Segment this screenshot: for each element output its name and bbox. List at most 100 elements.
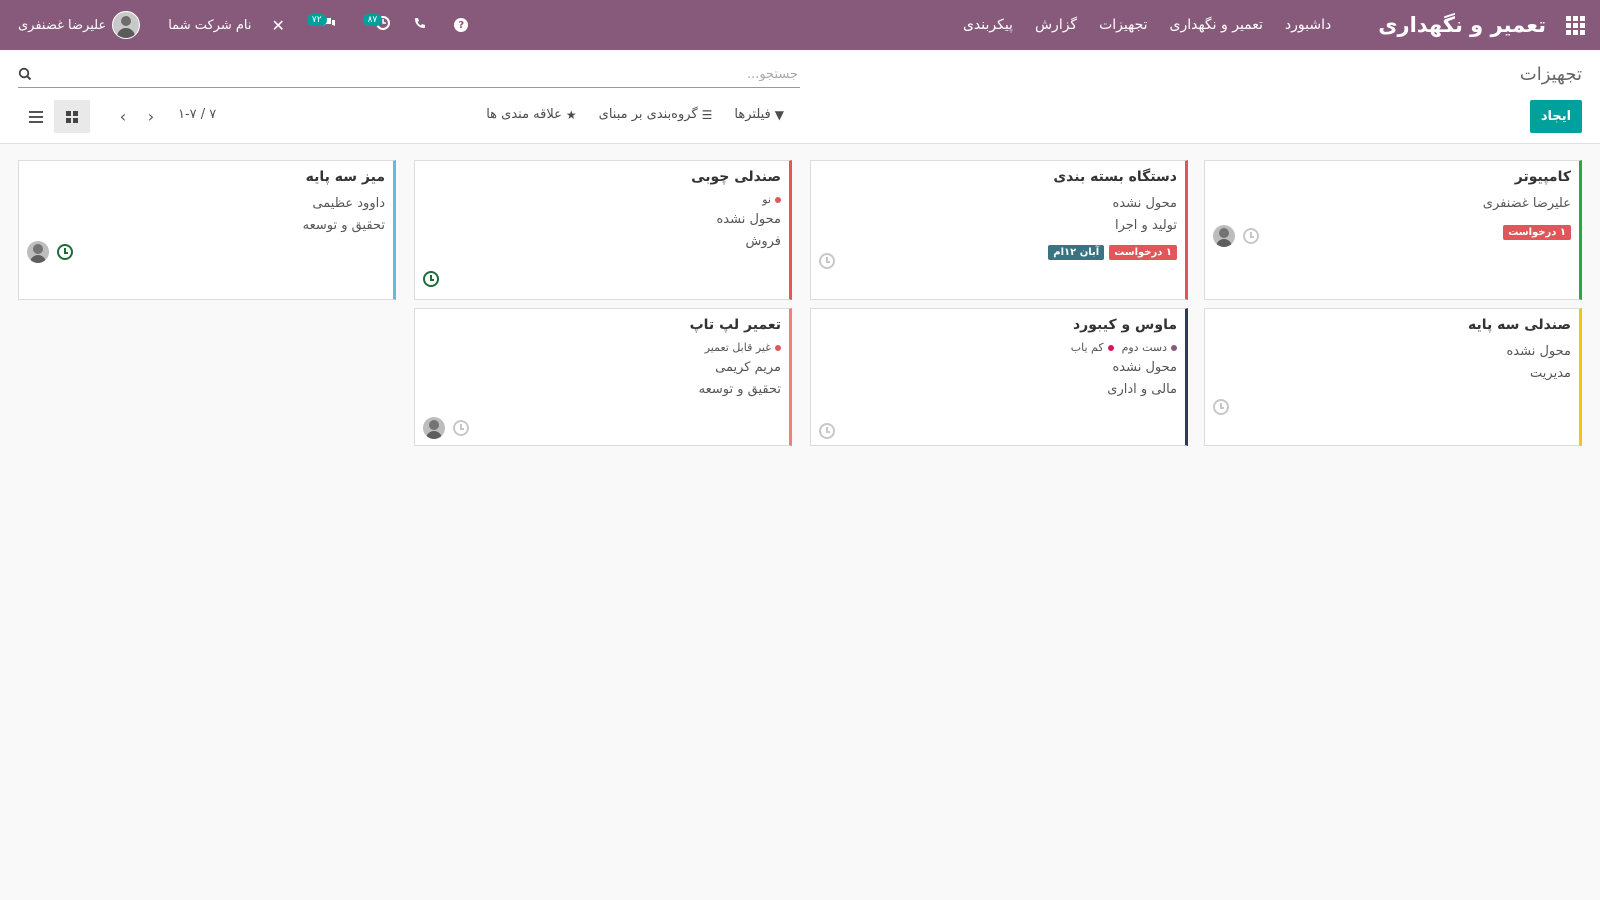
card-field: مریم کریمی (715, 360, 781, 375)
kanban-card[interactable]: میز سه پایه داوود عظیمی تحقیق و توسعه (18, 160, 396, 300)
kanban-view-icon (66, 110, 78, 123)
filter-icon: ▼ (774, 107, 784, 122)
card-footer (819, 253, 835, 269)
top-navbar: تعمیر و نگهداری داشبورد تعمیر و نگهداری … (0, 0, 1600, 50)
card-field: علیرضا غضنفری (1482, 196, 1571, 211)
activity-clock-icon[interactable] (1213, 399, 1229, 415)
list-view-button[interactable] (18, 100, 54, 133)
card-tag: دست دوم (1122, 339, 1177, 357)
search-input[interactable] (18, 62, 800, 86)
navbar-main: تعمیر و نگهداری داشبورد تعمیر و نگهداری … (952, 0, 1600, 50)
pager-next-button[interactable]: › (140, 103, 162, 129)
menu-item-configuration[interactable]: پیکربندی (952, 17, 1024, 33)
chevron-right-icon: › (147, 106, 155, 126)
activities-menu[interactable]: ۸۷ (362, 14, 391, 34)
menu-item-equipment[interactable]: تجهیزات (1088, 17, 1158, 33)
activity-clock-icon[interactable] (819, 253, 835, 269)
maintenance-request-badge[interactable]: ۱ درخواست (1109, 245, 1177, 260)
card-title: دستگاه بسته بندی (1053, 169, 1177, 185)
messages-menu[interactable]: ۷۲ (306, 14, 337, 34)
app-title[interactable]: تعمیر و نگهداری (1378, 13, 1546, 37)
card-field: مالی و اداری (1107, 382, 1177, 397)
user-menu[interactable]: علیرضا غضنفری (18, 11, 141, 39)
card-title: کامپیوتر (1514, 169, 1571, 185)
kanban-view-button[interactable] (54, 100, 90, 133)
activity-clock-icon[interactable] (423, 271, 439, 287)
responsible-avatar (1213, 225, 1235, 247)
activity-clock-icon[interactable] (57, 244, 73, 260)
favorites-label: علاقه مندی ها (486, 107, 562, 122)
card-footer (1213, 399, 1229, 415)
filters-dropdown[interactable]: ▼ فیلترها (734, 107, 784, 122)
card-badges: ۱ درخواست آبان ۱۲ام (1048, 245, 1177, 260)
card-field: تحقیق و توسعه (698, 382, 781, 397)
card-title: ماوس و کیبورد (1073, 317, 1177, 333)
favorites-dropdown[interactable]: ★ علاقه مندی ها (486, 107, 576, 122)
menu-item-dashboard[interactable]: داشبورد (1274, 17, 1342, 33)
debug-tools-icon[interactable]: ✕ (272, 16, 285, 35)
card-title: میز سه پایه (305, 169, 385, 185)
card-footer (423, 417, 469, 439)
card-field: مدیریت (1530, 366, 1571, 381)
card-field: محول نشده (716, 212, 782, 227)
card-field: تولید و اجرا (1114, 218, 1177, 233)
card-tag-label: غیر قابل تعمیر (704, 341, 771, 354)
filters-label: فیلترها (734, 107, 771, 122)
menu-item-maintenance[interactable]: تعمیر و نگهداری (1159, 17, 1274, 33)
card-tags: نو (423, 191, 781, 209)
card-field: محول نشده (1112, 196, 1178, 211)
card-title: تعمیر لپ تاپ (689, 317, 781, 333)
responsible-avatar (423, 417, 445, 439)
breadcrumb: تجهیزات (1519, 64, 1582, 85)
kanban-card[interactable]: دستگاه بسته بندی محول نشده تولید و اجرا ۱ د… (810, 160, 1188, 300)
maintenance-request-badge[interactable]: ۱ درخواست (1503, 225, 1571, 240)
kanban-card[interactable]: صندلی سه پایه محول نشده مدیریت (1204, 308, 1582, 446)
apps-menu-icon[interactable] (1550, 0, 1600, 50)
card-title: صندلی چوبی (691, 169, 781, 185)
card-tags: غیر قابل تعمیر (423, 339, 781, 357)
card-footer (1213, 225, 1259, 247)
card-field: فروش (745, 234, 781, 249)
card-footer (819, 423, 835, 439)
card-tag-label: نو (762, 193, 771, 206)
company-switcher[interactable]: نام شرکت شما (168, 18, 251, 33)
search-bar (18, 62, 800, 88)
view-switcher (18, 100, 90, 133)
pager-previous-button[interactable]: ‹ (112, 103, 134, 129)
card-tag-label: دست دوم (1121, 341, 1167, 354)
card-title: صندلی سه پایه (1467, 317, 1571, 333)
list-view-icon (29, 110, 43, 123)
groupby-label: گروه‌بندی بر مبنای (598, 107, 698, 122)
menu-item-reporting[interactable]: گزارش (1024, 17, 1088, 33)
phone-icon[interactable] (414, 17, 426, 33)
kanban-card[interactable]: تعمیر لپ تاپ غیر قابل تعمیر مریم کریمی تحقی… (414, 308, 792, 446)
create-button[interactable]: ایجاد (1530, 100, 1582, 133)
pager-value[interactable]: ۱-۷ / ۷ (178, 107, 216, 122)
card-footer (27, 241, 73, 263)
activities-count-badge: ۸۷ (362, 14, 383, 26)
main-menu: داشبورد تعمیر و نگهداری تجهیزات گزارش پی… (952, 17, 1342, 33)
star-icon: ★ (565, 107, 577, 122)
user-avatar (112, 11, 141, 39)
help-icon[interactable]: ? (454, 18, 469, 32)
kanban-card[interactable]: صندلی چوبی نو محول نشده فروش (414, 160, 792, 300)
card-field: محول نشده (1112, 360, 1178, 375)
control-panel: تجهیزات ایجاد ▼ فیلترها ☰ گروه‌بندی بر م… (0, 50, 1600, 144)
search-options: ▼ فیلترها ☰ گروه‌بندی بر مبنای ★ علاقه م… (464, 107, 784, 122)
tag-color-dot (1107, 345, 1114, 351)
activity-clock-icon[interactable] (1243, 228, 1259, 244)
card-field: تحقیق و توسعه (302, 218, 385, 233)
systray: علیرضا غضنفری نام شرکت شما ✕ ۷۲ ۸۷ ? (0, 0, 469, 50)
card-field: داوود عظیمی (312, 196, 385, 211)
card-tag: کم یاب (1071, 339, 1114, 357)
date-badge[interactable]: آبان ۱۲ام (1048, 245, 1105, 260)
kanban-card[interactable]: ماوس و کیبورد دست دوم کم یاب محول نشده مالی … (810, 308, 1188, 446)
groupby-dropdown[interactable]: ☰ گروه‌بندی بر مبنای (599, 107, 713, 122)
activity-clock-icon[interactable] (819, 423, 835, 439)
activity-clock-icon[interactable] (453, 420, 469, 436)
kanban-card[interactable]: کامپیوتر علیرضا غضنفری ۱ درخواست (1204, 160, 1582, 300)
card-tags: دست دوم کم یاب (819, 339, 1177, 357)
card-tag: غیر قابل تعمیر (705, 339, 781, 357)
search-icon[interactable] (18, 67, 32, 81)
chevron-left-icon: ‹ (119, 106, 127, 126)
